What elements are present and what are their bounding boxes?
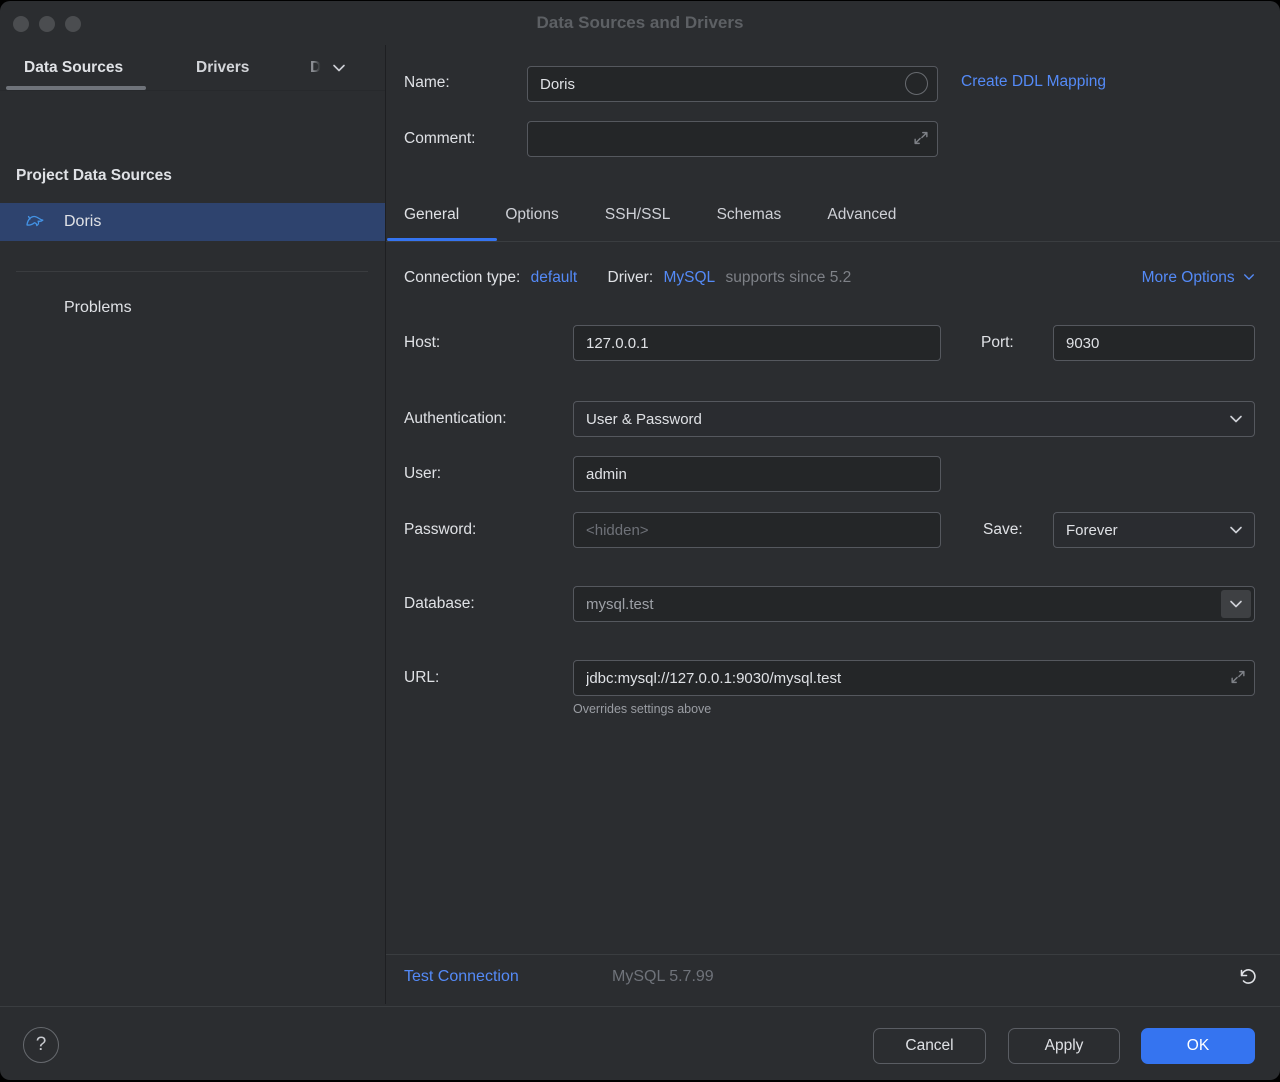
url-label: URL: <box>404 669 439 687</box>
comment-field-wrap <box>527 121 938 157</box>
name-label: Name: <box>404 74 450 92</box>
authentication-label: Authentication: <box>404 410 507 428</box>
test-connection-link[interactable]: Test Connection <box>404 968 519 986</box>
active-settings-tab-indicator <box>387 238 497 241</box>
apply-button[interactable]: Apply <box>1008 1028 1120 1064</box>
name-field-wrap <box>527 66 938 102</box>
connection-type-row: Connection type: default Driver: MySQL s… <box>404 269 857 287</box>
sidebar-divider <box>16 271 368 272</box>
tab-ddl-truncated[interactable]: D <box>310 45 321 91</box>
chevron-down-icon <box>1243 271 1255 283</box>
database-dropdown-button[interactable] <box>1221 590 1251 618</box>
url-field-wrap <box>573 660 1255 696</box>
sidebar-toolbar <box>0 97 385 145</box>
user-input[interactable] <box>573 456 941 492</box>
tab-schemas[interactable]: Schemas <box>717 191 782 239</box>
question-mark-icon: ? <box>36 1034 47 1056</box>
server-version: MySQL 5.7.99 <box>612 968 714 986</box>
test-connection-separator <box>386 954 1280 955</box>
port-label: Port: <box>981 334 1014 352</box>
revert-button[interactable] <box>1234 964 1260 990</box>
password-field-wrap <box>573 512 941 548</box>
tab-advanced[interactable]: Advanced <box>827 191 896 239</box>
expand-icon[interactable] <box>912 129 930 147</box>
save-label: Save: <box>983 521 1023 539</box>
chevron-down-icon[interactable] <box>332 61 346 79</box>
port-field-wrap <box>1053 325 1255 361</box>
help-button[interactable]: ? <box>23 1027 59 1063</box>
more-options-link[interactable]: More Options <box>1142 269 1255 287</box>
settings-tab-strip: General Options SSH/SSL Schemas Advanced <box>404 191 938 241</box>
tab-general[interactable]: General <box>404 191 459 239</box>
connection-type-label: Connection type: <box>404 269 520 286</box>
window-title: Data Sources and Drivers <box>0 1 1280 45</box>
chevron-down-icon <box>1229 523 1243 537</box>
sidebar-tab-strip: Data Sources Drivers D <box>0 45 385 91</box>
tab-data-sources[interactable]: Data Sources <box>24 45 123 91</box>
panel-splitter[interactable] <box>385 45 386 1004</box>
chevron-down-icon <box>1229 597 1243 611</box>
undo-icon <box>1237 967 1257 987</box>
user-label: User: <box>404 465 441 483</box>
project-data-sources-header: Project Data Sources <box>16 167 172 185</box>
authentication-select[interactable]: User & Password <box>573 401 1255 437</box>
dialog-footer: ? Cancel Apply OK <box>0 1006 1280 1080</box>
url-note: Overrides settings above <box>573 702 711 716</box>
sidebar-item-doris[interactable]: Doris <box>0 203 385 241</box>
tab-options[interactable]: Options <box>505 191 558 239</box>
expand-icon[interactable] <box>1229 668 1247 686</box>
mysql-dolphin-icon <box>24 210 48 238</box>
tab-separator <box>386 241 1280 242</box>
ok-button[interactable]: OK <box>1141 1028 1255 1064</box>
port-input[interactable] <box>1053 325 1255 361</box>
tab-ssh-ssl[interactable]: SSH/SSL <box>605 191 670 239</box>
host-label: Host: <box>404 334 440 352</box>
loading-indicator-circle <box>905 72 928 95</box>
password-input[interactable] <box>573 512 941 548</box>
cancel-button[interactable]: Cancel <box>873 1028 986 1064</box>
driver-label: Driver: <box>608 269 654 286</box>
database-combobox[interactable]: mysql.test <box>573 586 1255 622</box>
host-input[interactable] <box>573 325 941 361</box>
password-label: Password: <box>404 521 476 539</box>
save-select[interactable]: Forever <box>1053 512 1255 548</box>
user-field-wrap <box>573 456 941 492</box>
comment-label: Comment: <box>404 130 476 148</box>
driver-value-link[interactable]: MySQL <box>663 269 715 286</box>
tab-drivers[interactable]: Drivers <box>196 45 249 91</box>
active-tab-indicator <box>6 86 146 90</box>
data-source-name: Doris <box>64 203 101 241</box>
url-input[interactable] <box>573 660 1255 696</box>
titlebar: Data Sources and Drivers <box>0 1 1280 45</box>
database-label: Database: <box>404 595 475 613</box>
connection-type-value-link[interactable]: default <box>531 269 578 286</box>
create-ddl-mapping-link[interactable]: Create DDL Mapping <box>961 73 1106 91</box>
driver-note: supports since 5.2 <box>725 269 851 286</box>
sidebar-item-problems[interactable]: Problems <box>64 297 132 319</box>
data-sources-dialog: Data Sources and Drivers Data Sources Dr… <box>0 1 1280 1080</box>
comment-input[interactable] <box>527 121 938 157</box>
name-input[interactable] <box>527 66 938 102</box>
host-field-wrap <box>573 325 941 361</box>
chevron-down-icon <box>1229 412 1243 426</box>
